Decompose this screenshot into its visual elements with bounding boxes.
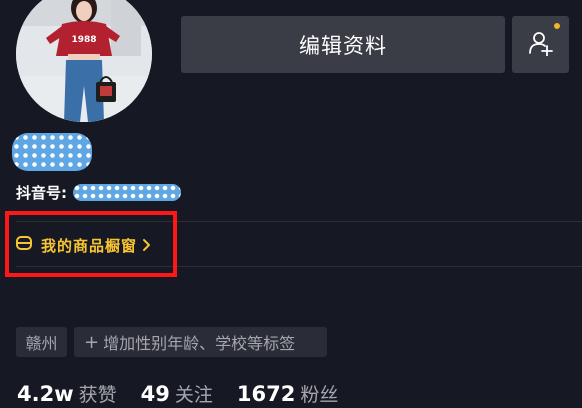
add-tags-button[interactable]: + 增加性别年龄、学校等标签 bbox=[74, 327, 327, 357]
following-count[interactable]: 49 bbox=[141, 382, 170, 406]
add-tags-label: 增加性别年龄、学校等标签 bbox=[103, 334, 296, 353]
notification-dot bbox=[554, 23, 560, 29]
avatar-print-text: 1988 bbox=[71, 35, 96, 45]
city-tag-label: 赣州 bbox=[25, 334, 58, 353]
city-tag[interactable]: 赣州 bbox=[16, 327, 67, 357]
douyin-id-row: 抖音号: bbox=[16, 181, 181, 203]
avatar[interactable]: 1988 bbox=[16, 0, 152, 122]
edit-profile-label: 编辑资料 bbox=[299, 33, 387, 58]
douyin-id-redacted bbox=[73, 183, 181, 201]
following-label[interactable]: 关注 bbox=[175, 380, 213, 407]
profile-stats: 4.2w 获赞 49 关注 1672 粉丝 bbox=[17, 380, 362, 407]
followers-label[interactable]: 粉丝 bbox=[300, 380, 338, 407]
followers-count[interactable]: 1672 bbox=[237, 382, 295, 406]
plus-icon: + bbox=[84, 331, 100, 353]
add-friend-icon bbox=[528, 30, 554, 60]
douyin-id-label: 抖音号: bbox=[16, 183, 67, 202]
likes-label: 获赞 bbox=[78, 384, 117, 406]
highlight-box bbox=[5, 211, 177, 277]
add-friend-button[interactable] bbox=[512, 16, 569, 73]
likes-count: 4.2w bbox=[17, 382, 74, 406]
nickname-redacted bbox=[12, 133, 92, 171]
edit-profile-button[interactable]: 编辑资料 bbox=[181, 16, 505, 73]
